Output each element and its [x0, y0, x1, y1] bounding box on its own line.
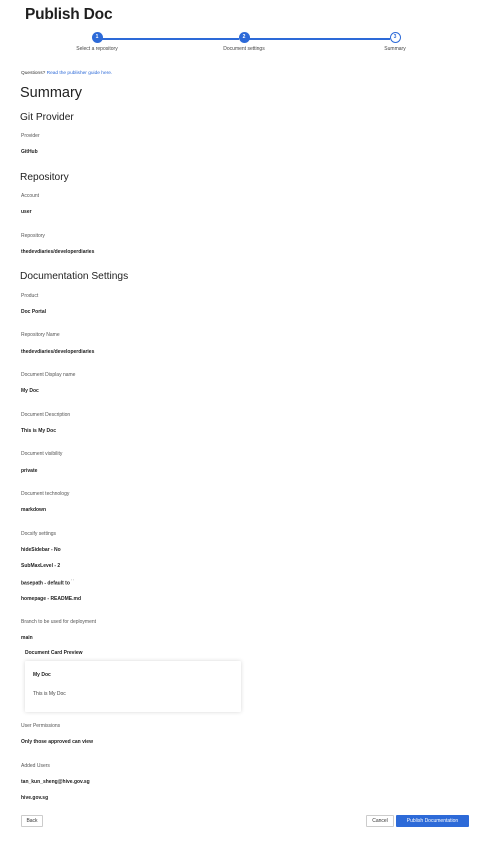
- display-name-label: Document Display name: [21, 372, 76, 378]
- cancel-button[interactable]: Cancel: [366, 815, 394, 827]
- branch-label: Branch to be used for deployment: [21, 619, 97, 625]
- document-card-preview: My Doc This is My Doc: [25, 661, 241, 712]
- basepath-text: basepath - default to: [21, 580, 70, 587]
- step-number: 1: [91, 32, 103, 43]
- repository-value: thedevdiaries/developerdiaries: [21, 249, 95, 255]
- docsify-homepage: homepage - README.md: [21, 596, 82, 602]
- publish-documentation-button[interactable]: Publish Documentation: [396, 815, 469, 827]
- documentation-settings-heading: Documentation Settings: [20, 271, 129, 282]
- step-number: 3: [389, 32, 401, 43]
- help-text: Questions? Read the publisher guide here…: [21, 71, 112, 76]
- technology-value: markdown: [21, 507, 47, 513]
- help-prefix: Questions?: [21, 71, 47, 76]
- page-title: Publish Doc: [25, 6, 113, 23]
- product-value: Doc Portal: [21, 309, 47, 315]
- technology-label: Document technology: [21, 491, 70, 497]
- step-select-repository[interactable]: 1 Select a repository: [47, 32, 147, 52]
- added-user-item: tan_kun_sheng@hive.gov.sg: [21, 779, 90, 785]
- visibility-value: private: [21, 468, 38, 474]
- repository-name-label: Repository Name: [21, 332, 60, 338]
- docsify-hide-sidebar: hideSidebar - No: [21, 547, 61, 553]
- description-value: This is My Doc: [21, 428, 57, 434]
- product-label: Product: [21, 293, 39, 299]
- repository-name-value: thedevdiaries/developerdiaries: [21, 349, 95, 355]
- description-label: Document Description: [21, 412, 71, 418]
- display-name-value: My Doc: [21, 388, 39, 394]
- card-preview-title: Document Card Preview: [25, 650, 83, 656]
- step-label: Document settings: [223, 46, 265, 52]
- user-permissions-value: Only those approved can view: [21, 739, 93, 745]
- provider-value: GitHub: [21, 149, 38, 155]
- basepath-default-value: ' ': [71, 579, 74, 583]
- back-button[interactable]: Back: [21, 815, 43, 827]
- step-summary[interactable]: 3 Summary: [345, 32, 445, 52]
- step-document-settings[interactable]: 2 Document settings: [194, 32, 294, 52]
- card-title: My Doc: [33, 672, 51, 678]
- progress-stepper: 1 Select a repository 2 Document setting…: [0, 32, 487, 56]
- added-user-item: hive.gov.sg: [21, 795, 49, 801]
- added-users-label: Added Users: [21, 763, 50, 769]
- account-value: user: [21, 209, 32, 215]
- card-description: This is My Doc: [33, 691, 66, 697]
- repository-heading: Repository: [20, 172, 69, 183]
- summary-title: Summary: [20, 85, 83, 101]
- account-label: Account: [21, 193, 40, 199]
- repository-label: Repository: [21, 233, 45, 239]
- user-permissions-label: User Permissions: [21, 723, 61, 729]
- step-number: 2: [238, 32, 250, 43]
- step-label: Summary: [384, 46, 406, 52]
- step-label: Select a repository: [76, 46, 118, 52]
- provider-label: Provider: [21, 133, 40, 139]
- publisher-guide-link[interactable]: Read the publisher guide here.: [47, 71, 113, 76]
- visibility-label: Document visibility: [21, 451, 63, 457]
- branch-value: main: [21, 635, 33, 641]
- docsify-basepath: basepath - default to ' ': [21, 579, 74, 587]
- git-provider-heading: Git Provider: [20, 112, 74, 123]
- docsify-submaxlevel: SubMaxLevel - 2: [21, 563, 61, 569]
- docsify-settings-label: Docsify settings: [21, 531, 57, 537]
